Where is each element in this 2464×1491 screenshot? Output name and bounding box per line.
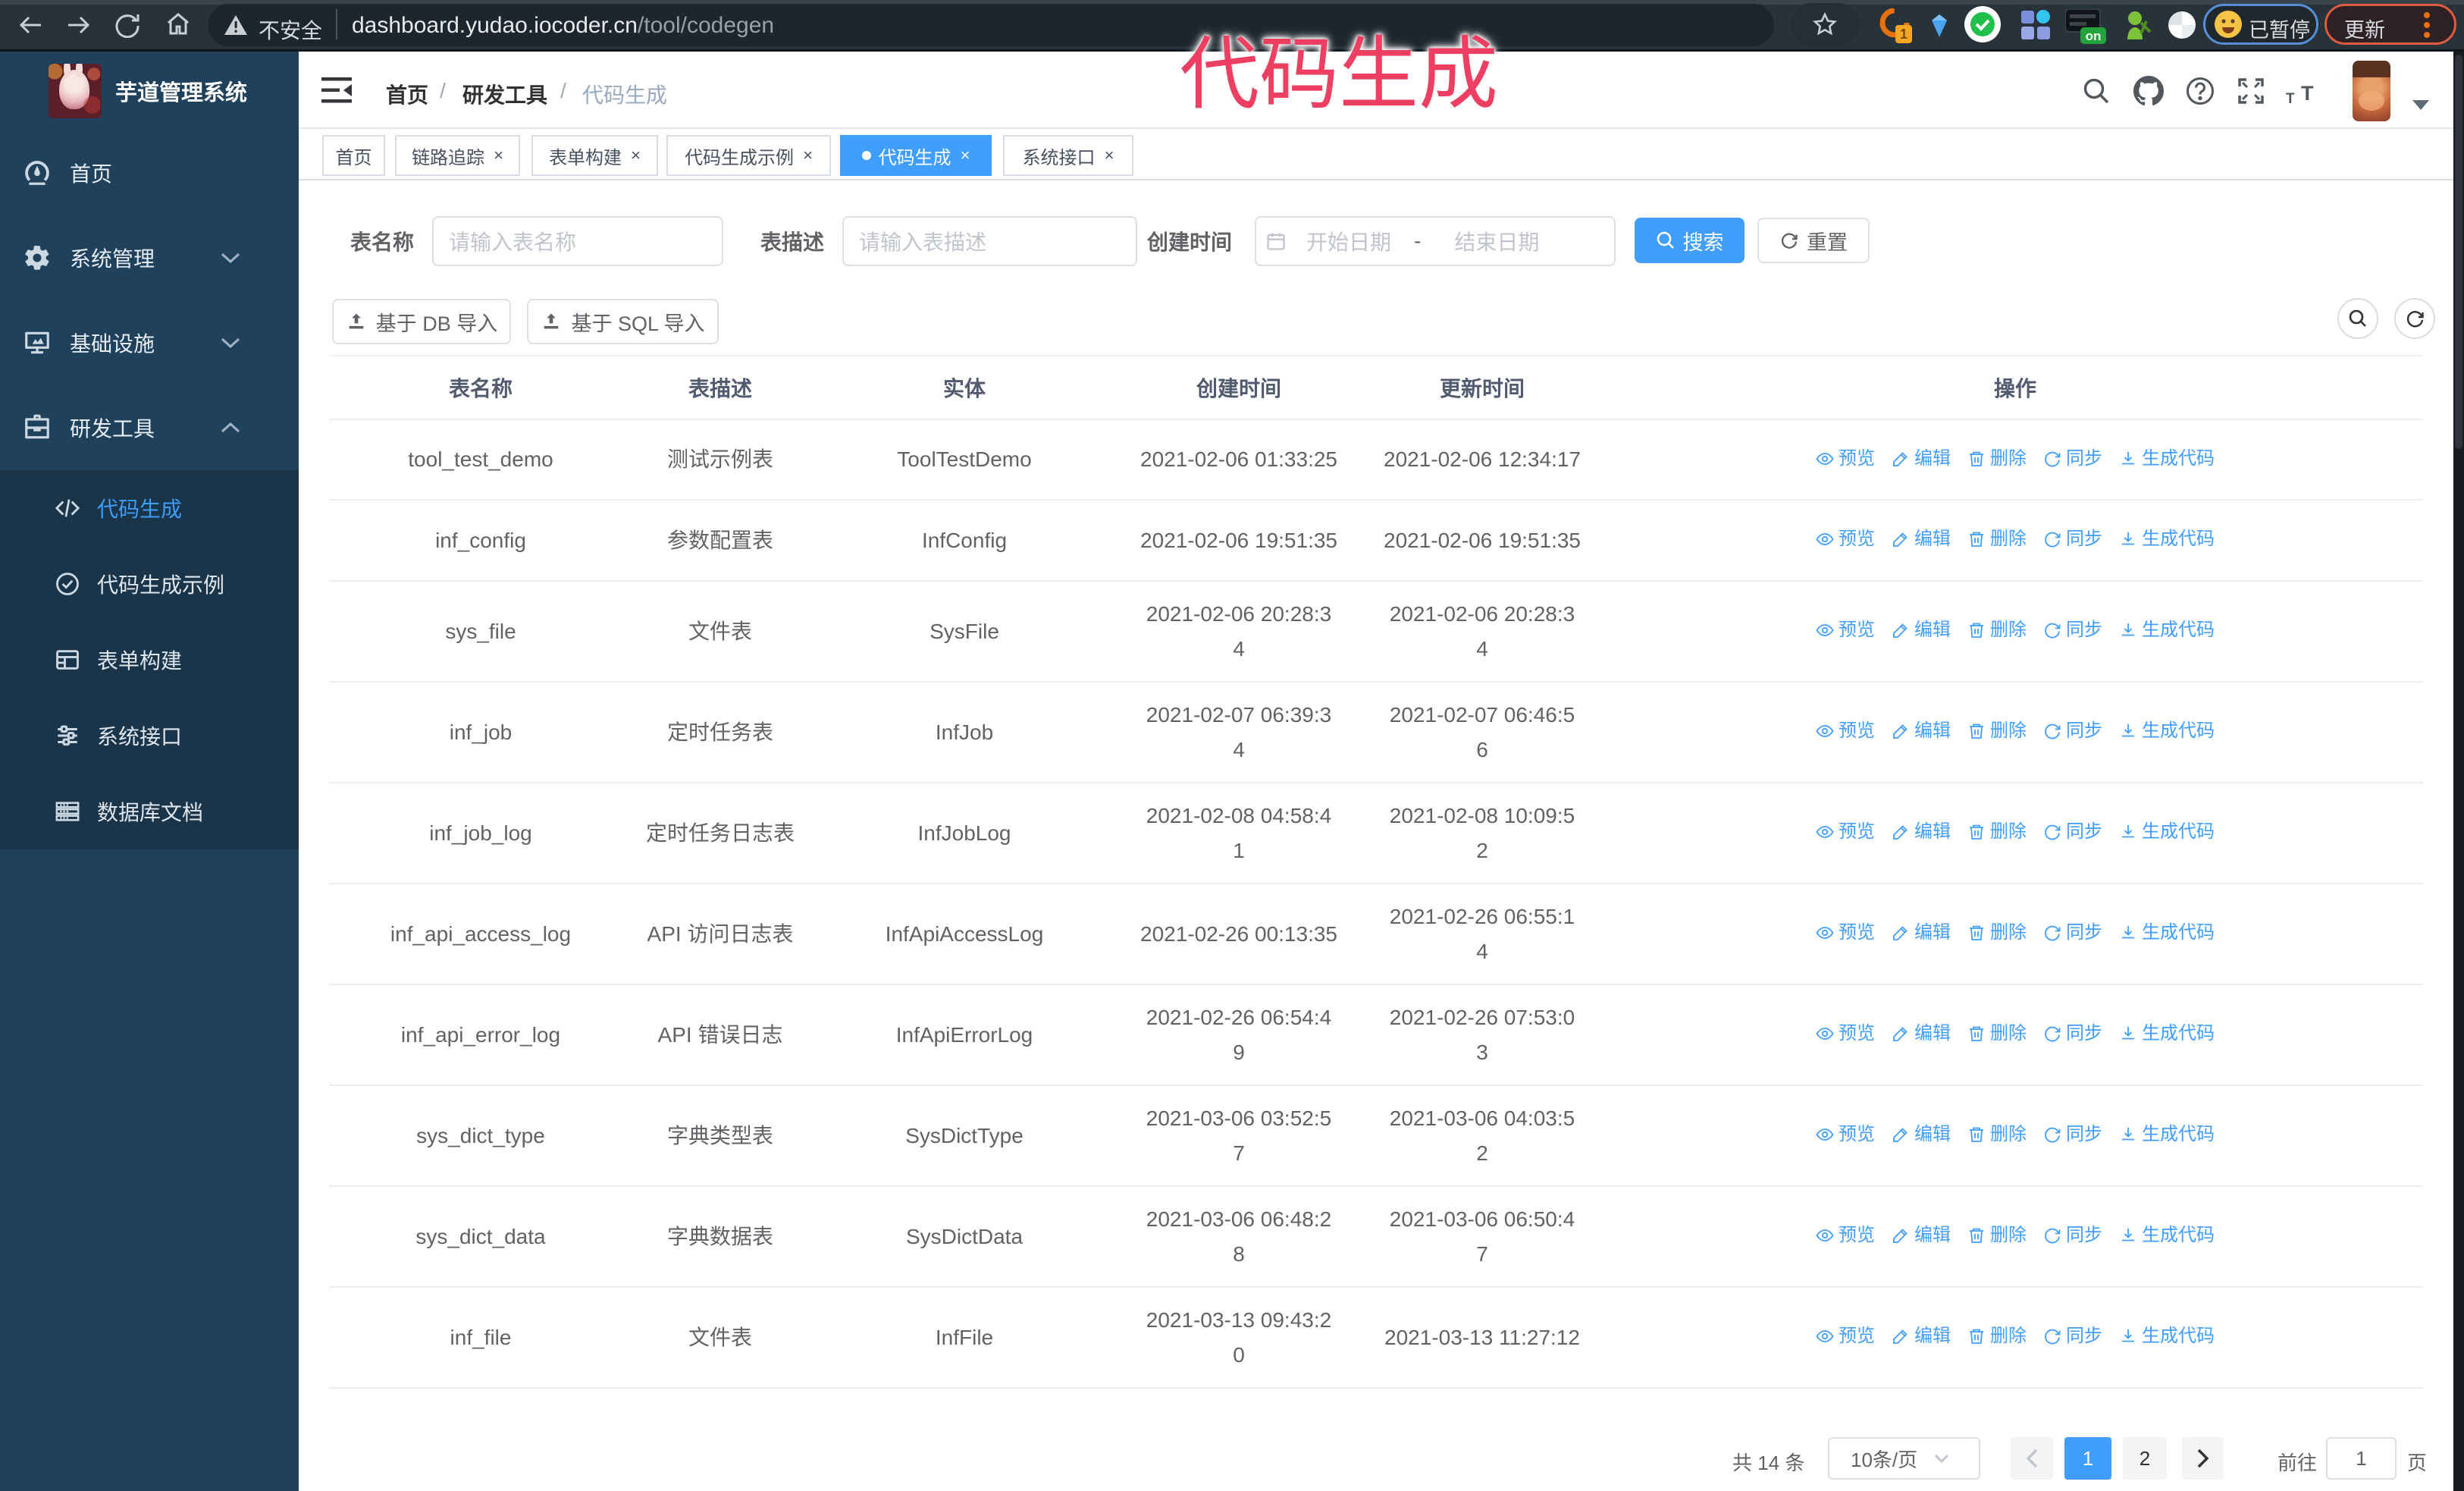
svg-text:1: 1: [1900, 27, 1908, 42]
svg-text:on: on: [2086, 29, 2102, 43]
